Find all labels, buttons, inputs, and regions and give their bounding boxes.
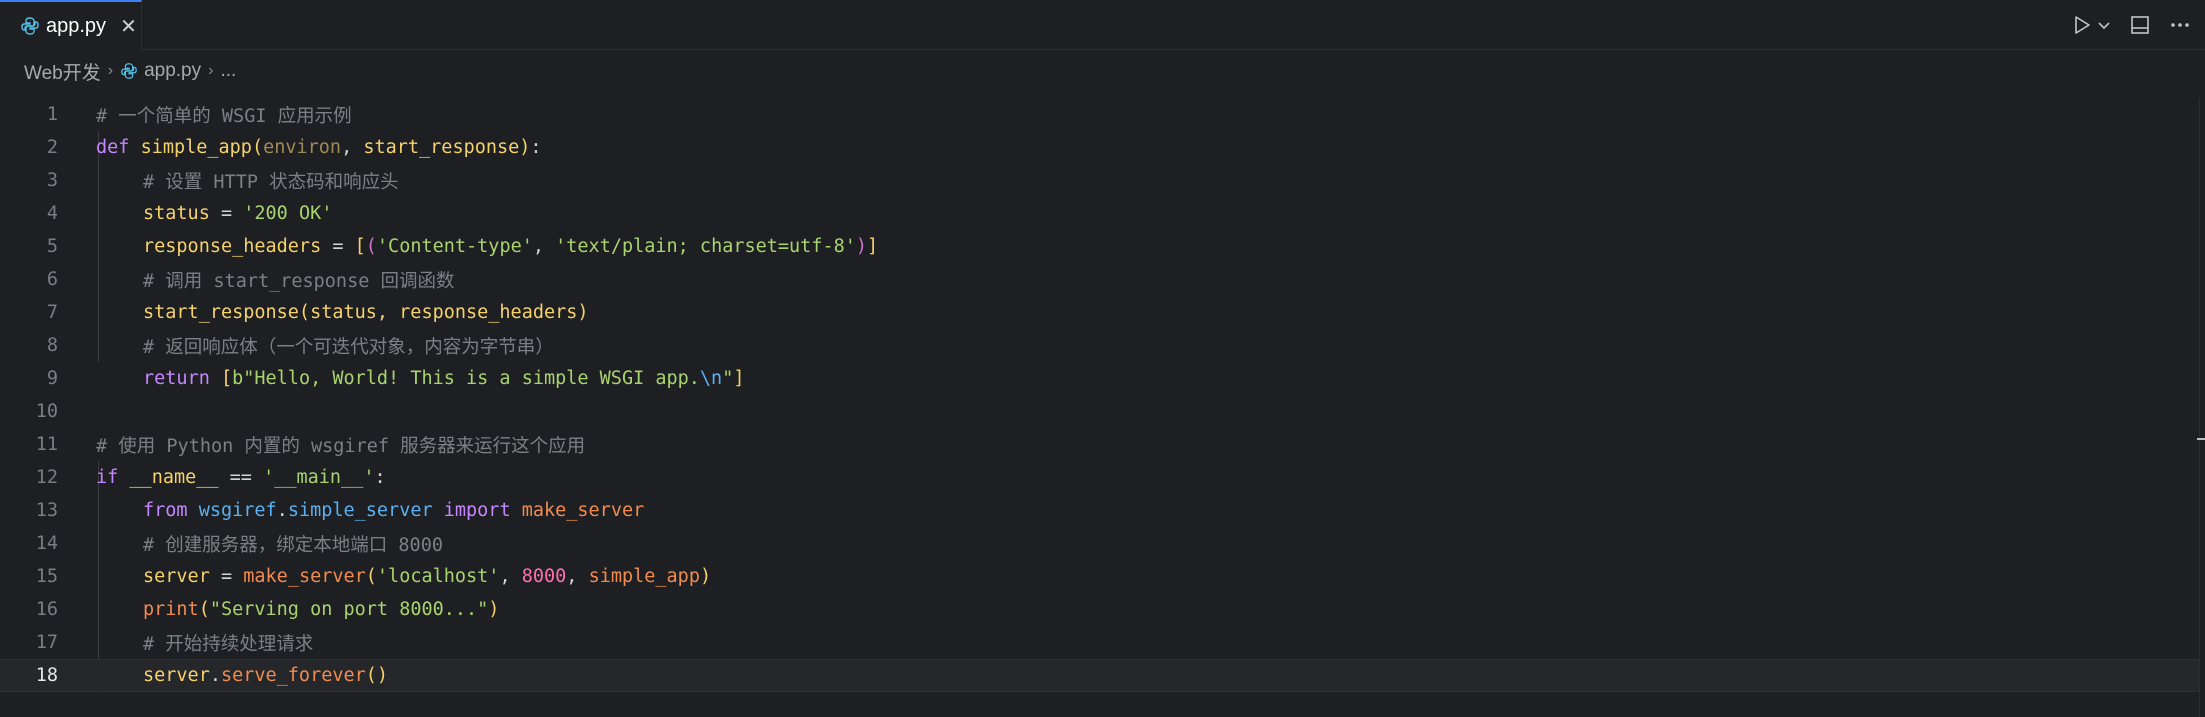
keyword: if <box>96 467 119 488</box>
code-line[interactable]: 3 # 设置 HTTP 状态码和响应头 <box>0 164 2200 197</box>
code-line[interactable]: 4 status = '200 OK' <box>0 197 2200 230</box>
play-icon[interactable] <box>2073 14 2111 36</box>
tab-app-py[interactable]: app.py ✕ <box>0 0 142 50</box>
code-comment: # 一个简单的 WSGI 应用示例 <box>96 105 352 127</box>
line-number: 14 <box>35 533 58 554</box>
function-call: start_response(status, response_headers) <box>143 302 589 323</box>
tab-bar: app.py ✕ <box>0 0 2205 50</box>
number: 8000 <box>521 566 567 587</box>
module: simple_server <box>287 500 433 521</box>
variable: status <box>143 203 210 224</box>
code-line[interactable]: 5 response_headers = [('Content-type', '… <box>0 230 2200 263</box>
code-line-current[interactable]: 18 server.serve_forever() <box>0 659 2200 692</box>
keyword: def <box>96 137 130 158</box>
split-editor-icon[interactable] <box>2129 14 2151 36</box>
editor-actions <box>2073 0 2205 50</box>
code-comment: # 开始持续处理请求 <box>143 633 314 655</box>
tab-label: app.py <box>46 14 107 37</box>
line-number: 5 <box>46 236 58 257</box>
string: 'text/plain; charset=utf-8' <box>555 236 856 257</box>
breadcrumb-file-label: app.py <box>144 60 202 81</box>
line-number: 2 <box>46 137 58 158</box>
code-line[interactable]: 6 # 调用 start_response 回调函数 <box>0 263 2200 296</box>
code-line[interactable]: 12 if __name__ == '__main__': <box>0 461 2200 494</box>
function-name: make_server <box>521 500 645 521</box>
line-number: 13 <box>35 500 58 521</box>
more-actions-icon[interactable] <box>2169 14 2191 36</box>
code-line[interactable]: 9 return [b"Hello, World! This is a simp… <box>0 362 2200 395</box>
vertical-scrollbar[interactable] <box>2197 98 2205 717</box>
code-line[interactable]: 10 <box>0 395 2200 428</box>
code-line[interactable]: 16 print("Serving on port 8000...") <box>0 593 2200 626</box>
string: '__main__' <box>263 467 375 488</box>
string: "Serving on port 8000..." <box>209 599 489 620</box>
line-number: 6 <box>46 269 58 290</box>
code-line[interactable]: 8 # 返回响应体（一个可迭代对象，内容为字节串） <box>0 329 2200 362</box>
line-number: 1 <box>46 104 58 125</box>
line-number: 15 <box>35 566 58 587</box>
function-call: serve_forever <box>220 665 366 686</box>
code-comment: # 返回响应体（一个可迭代对象，内容为字节串） <box>143 336 554 358</box>
code-comment: # 设置 HTTP 状态码和响应头 <box>143 171 399 193</box>
chevron-down-icon <box>2098 22 2110 30</box>
close-icon[interactable]: ✕ <box>120 16 137 36</box>
code-line[interactable]: 2 def simple_app(environ, start_response… <box>0 131 2200 164</box>
chevron-right-icon: › <box>107 62 114 79</box>
code-line[interactable]: 7 start_response(status, response_header… <box>0 296 2200 329</box>
editor-window: app.py ✕ Web开发 › app.py › ... 1 # 一个简单的 … <box>0 0 2205 717</box>
string: 'Content-type' <box>376 236 533 257</box>
code-line[interactable]: 14 # 创建服务器，绑定本地端口 8000 <box>0 527 2200 560</box>
line-number: 18 <box>35 665 58 686</box>
line-number: 11 <box>35 434 58 455</box>
variable: response_headers <box>143 236 322 257</box>
code-line[interactable]: 17 # 开始持续处理请求 <box>0 626 2200 659</box>
line-number: 8 <box>46 335 58 356</box>
line-number: 9 <box>46 368 58 389</box>
variable: server <box>143 665 210 686</box>
code-line[interactable]: 15 server = make_server('localhost', 800… <box>0 560 2200 593</box>
parameter: start_response <box>363 137 520 158</box>
line-number: 7 <box>46 302 58 323</box>
breadcrumb-file[interactable]: app.py <box>120 60 201 82</box>
python-file-icon <box>20 16 40 36</box>
line-number: 17 <box>35 632 58 653</box>
code-comment: # 创建服务器，绑定本地端口 8000 <box>143 534 443 556</box>
string: " <box>722 368 734 389</box>
keyword: return <box>143 368 210 389</box>
keyword: from <box>143 500 188 521</box>
code-editor[interactable]: 1 # 一个简单的 WSGI 应用示例 2 def simple_app(env… <box>0 98 2205 717</box>
breadcrumb-symbol[interactable]: ... <box>220 60 236 82</box>
line-number: 12 <box>35 467 58 488</box>
code-line[interactable]: 13 from wsgiref.simple_server import mak… <box>0 494 2200 527</box>
module: wsgiref <box>198 500 277 521</box>
function-call: make_server <box>243 566 366 587</box>
parameter: environ <box>263 137 342 158</box>
scrollbar-marker <box>2197 438 2205 440</box>
variable: __name__ <box>129 467 219 488</box>
string: 'localhost' <box>376 566 500 587</box>
code-line[interactable]: 1 # 一个简单的 WSGI 应用示例 <box>0 98 2200 131</box>
argument: simple_app <box>588 566 700 587</box>
keyword: import <box>443 500 511 521</box>
line-number: 4 <box>46 203 58 224</box>
string: '200 OK' <box>243 203 333 224</box>
variable: server <box>143 566 210 587</box>
function-name: simple_app <box>140 137 252 158</box>
breadcrumb: Web开发 › app.py › ... <box>0 52 2205 90</box>
function-call: print <box>143 599 199 620</box>
code-comment: # 使用 Python 内置的 wsgiref 服务器来运行这个应用 <box>96 435 586 457</box>
escape-sequence: \n <box>699 368 723 389</box>
line-number: 16 <box>35 599 58 620</box>
line-number: 3 <box>46 170 58 191</box>
code-comment: # 调用 start_response 回调函数 <box>143 270 455 292</box>
string: "Hello, World! This is a simple WSGI app… <box>243 368 700 389</box>
chevron-right-icon: › <box>208 62 214 79</box>
python-file-icon <box>120 62 138 80</box>
code-line[interactable]: 11 # 使用 Python 内置的 wsgiref 服务器来运行这个应用 <box>0 428 2200 461</box>
breadcrumb-folder[interactable]: Web开发 <box>24 58 101 85</box>
line-number: 10 <box>35 401 58 422</box>
